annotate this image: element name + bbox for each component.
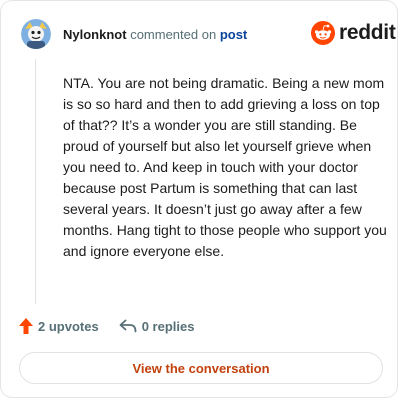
comment-header: Nylonknot commented on post bbox=[63, 27, 247, 42]
upvote-arrow-icon bbox=[19, 318, 33, 334]
avatar-icon bbox=[21, 19, 51, 49]
replies-action[interactable]: 0 replies bbox=[119, 318, 195, 334]
reddit-snoo-icon bbox=[311, 21, 335, 45]
comment-actions: 2 upvotes 0 replies bbox=[19, 318, 194, 334]
replies-count: 0 replies bbox=[141, 318, 195, 334]
reddit-wordmark: reddit bbox=[339, 21, 396, 44]
thread-line bbox=[35, 59, 36, 304]
upvote-count: 2 upvotes bbox=[38, 318, 99, 334]
comment-body: NTA. You are not being dramatic. Being a… bbox=[63, 75, 387, 259]
commented-on-text: commented on bbox=[130, 27, 217, 42]
reply-arrow-icon bbox=[119, 319, 137, 333]
reddit-logo[interactable]: reddit bbox=[311, 21, 396, 45]
username-link[interactable]: Nylonknot bbox=[63, 27, 127, 42]
user-avatar[interactable] bbox=[21, 19, 51, 49]
view-conversation-button[interactable]: View the conversation bbox=[19, 352, 383, 384]
post-link[interactable]: post bbox=[220, 27, 247, 42]
comment-embed-card: Nylonknot commented on post reddit NTA. … bbox=[0, 0, 398, 398]
upvote-action[interactable]: 2 upvotes bbox=[19, 318, 99, 334]
